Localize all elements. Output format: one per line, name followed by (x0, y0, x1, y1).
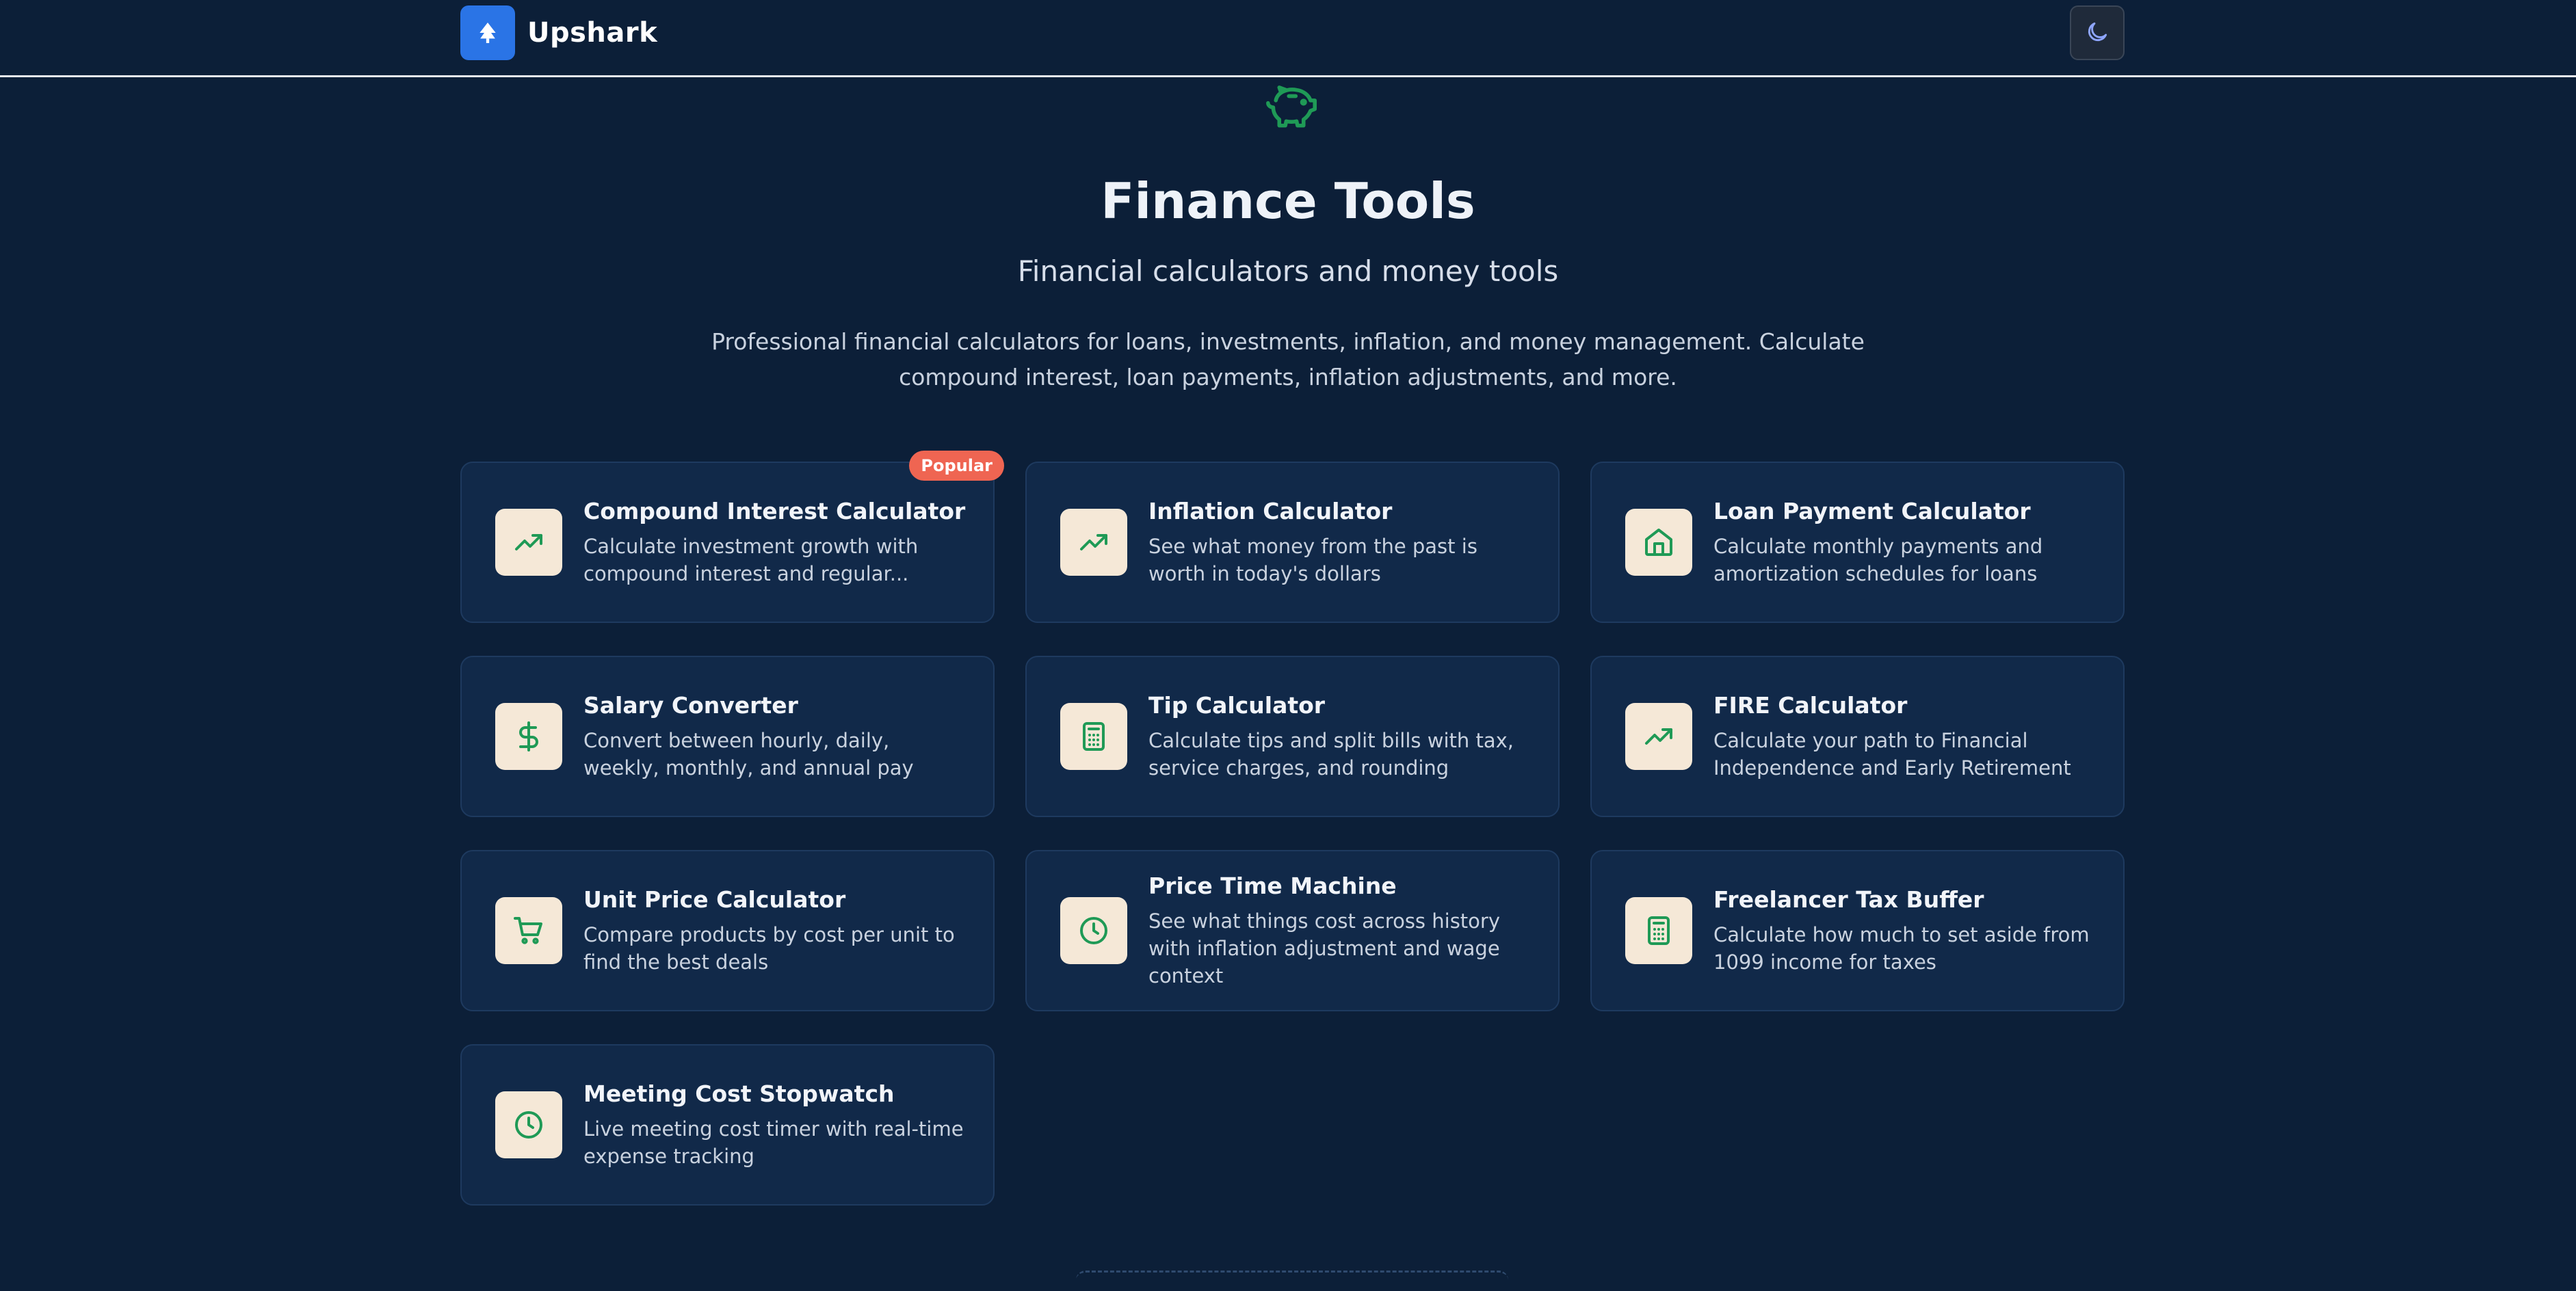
tool-card-description: Compare products by cost per unit to fin… (583, 922, 955, 974)
cart-icon (495, 897, 562, 964)
trending-up-icon (1625, 703, 1692, 770)
calculator-icon (1625, 897, 1692, 964)
theme-toggle-button[interactable] (2070, 5, 2125, 60)
tool-card-meeting-cost[interactable]: Meeting Cost Stopwatch Live meeting cost… (460, 1044, 995, 1206)
tool-card-title: Meeting Cost Stopwatch (583, 1080, 895, 1107)
tree-logo-icon (460, 5, 515, 60)
tool-card-title: Salary Converter (583, 691, 798, 719)
tool-card-title: Compound Interest Calculator (583, 497, 966, 524)
tool-card-loan-payment[interactable]: Loan Payment Calculator Calculate monthl… (1590, 462, 2125, 623)
page-description: Professional financial calculators for l… (711, 328, 1865, 390)
popular-badge: Popular (909, 451, 1004, 481)
tool-card-description: Live meeting cost timer with real-time e… (583, 1117, 964, 1168)
tool-card-title: Loan Payment Calculator (1713, 497, 2031, 524)
top-navigation-bar: Upshark (0, 0, 2576, 77)
dollar-icon (495, 703, 562, 770)
tool-card-description: See what things cost across history with… (1148, 909, 1500, 987)
calculator-icon (1060, 703, 1127, 770)
page-title: Finance Tools (1101, 172, 1475, 230)
tool-card-description: Calculate monthly payments and amortizat… (1713, 534, 2043, 585)
tool-card-fire-calculator[interactable]: FIRE Calculator Calculate your path to F… (1590, 656, 2125, 817)
tool-card-freelancer-tax[interactable]: Freelancer Tax Buffer Calculate how much… (1590, 850, 2125, 1011)
tool-card-title: Price Time Machine (1148, 872, 1397, 899)
piggy-bank-icon (1265, 85, 1317, 130)
tools-grid: Popular Compound Interest Calculator Cal… (460, 451, 2125, 1206)
tool-card-description: Calculate investment growth with compoun… (583, 534, 919, 585)
clock-icon (495, 1091, 562, 1158)
brand-link[interactable]: Upshark (460, 5, 657, 60)
tool-card-title: Unit Price Calculator (583, 886, 846, 913)
brand-name: Upshark (527, 17, 658, 49)
tool-card-description: See what money from the past is worth in… (1148, 534, 1477, 585)
tool-card-title: FIRE Calculator (1713, 691, 1908, 719)
clock-icon (1060, 897, 1127, 964)
tool-card-description: Calculate tips and split bills with tax,… (1148, 728, 1514, 780)
home-icon (1625, 509, 1692, 576)
tool-card-inflation[interactable]: Inflation Calculator See what money from… (1025, 462, 1560, 623)
tool-card-salary-converter[interactable]: Salary Converter Convert between hourly,… (460, 656, 995, 817)
tool-card-unit-price[interactable]: Unit Price Calculator Compare products b… (460, 850, 995, 1011)
tool-card-price-time-machine[interactable]: Price Time Machine See what things cost … (1025, 850, 1560, 1011)
tool-card-title: Freelancer Tax Buffer (1713, 886, 1984, 913)
trending-up-icon (495, 509, 562, 576)
tool-card-description: Calculate your path to Financial Indepen… (1713, 728, 2071, 780)
ad-placeholder (1076, 1270, 1508, 1291)
tool-card-title: Inflation Calculator (1148, 497, 1393, 524)
page-subtitle: Financial calculators and money tools (1017, 254, 1559, 288)
tool-card-description: Convert between hourly, daily, weekly, m… (583, 728, 914, 780)
tool-card-title: Tip Calculator (1148, 691, 1326, 719)
tool-card-compound-interest[interactable]: Popular Compound Interest Calculator Cal… (460, 451, 1004, 623)
trending-up-icon (1060, 509, 1127, 576)
moon-icon (2084, 19, 2110, 47)
tool-card-tip-calculator[interactable]: Tip Calculator Calculate tips and split … (1025, 656, 1560, 817)
tool-card-description: Calculate how much to set aside from 109… (1713, 922, 2090, 974)
